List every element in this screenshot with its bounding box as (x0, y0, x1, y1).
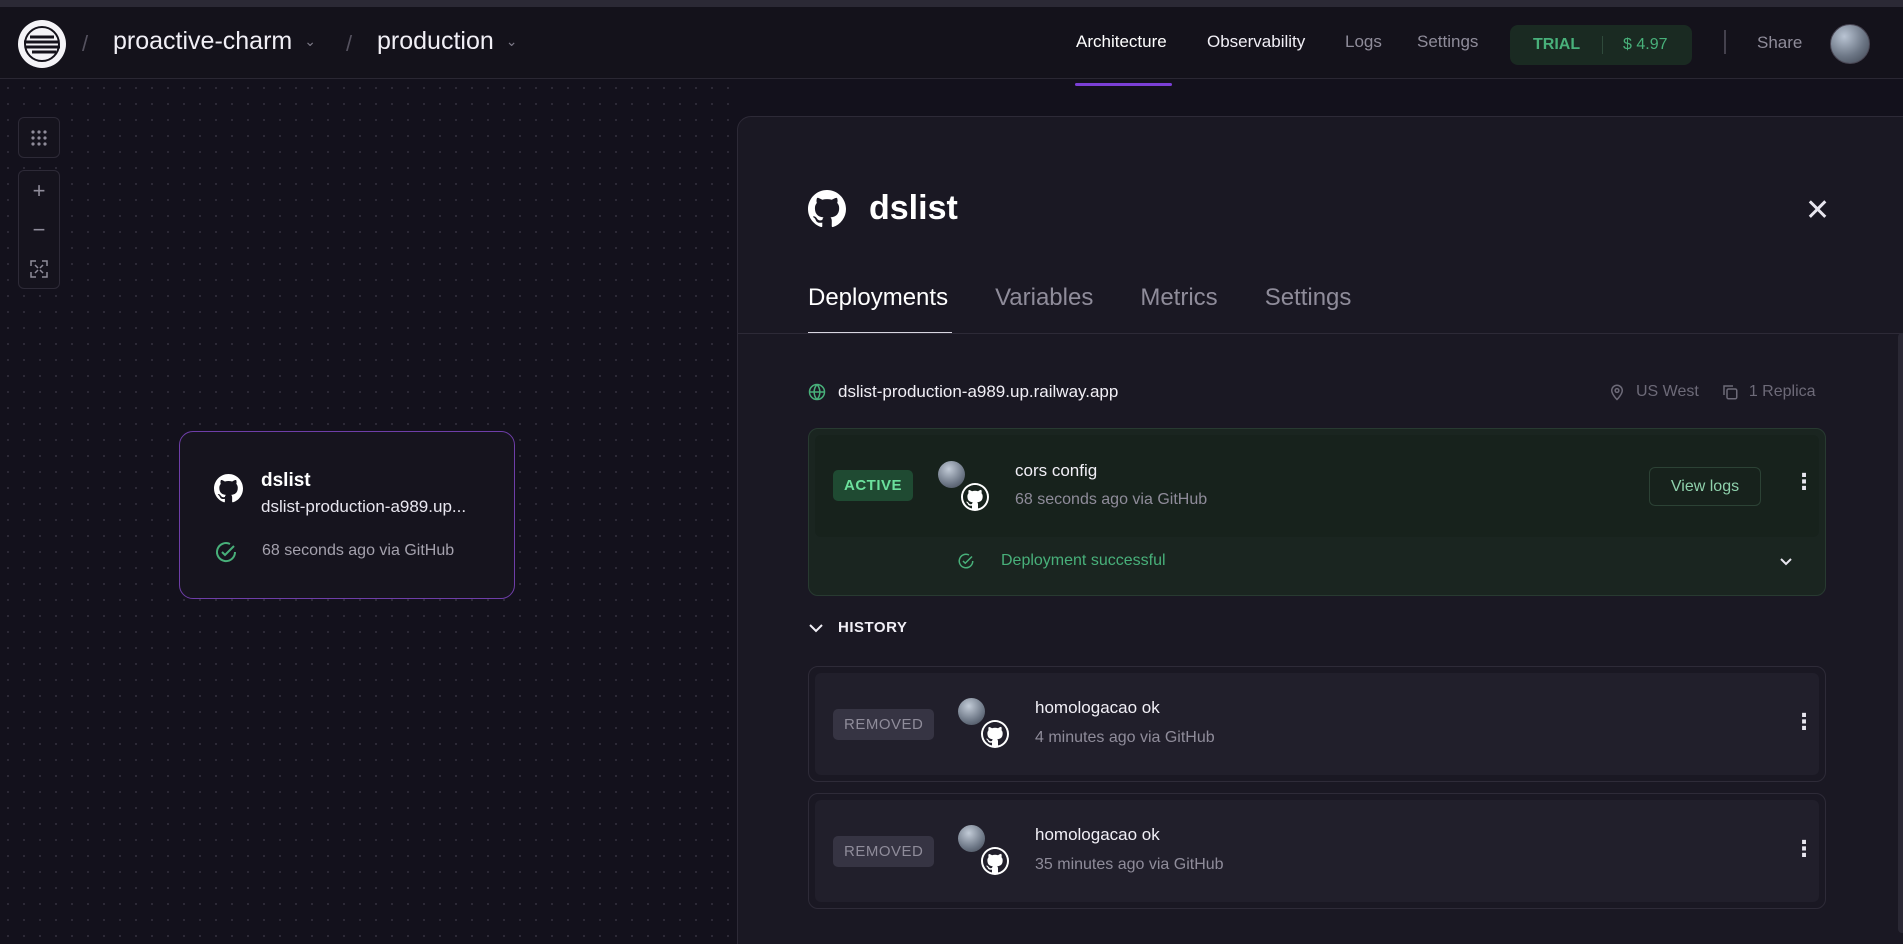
github-icon (981, 847, 1009, 875)
nav-settings[interactable]: Settings (1417, 32, 1478, 52)
deploy-meta: 68 seconds ago via GitHub (1015, 491, 1208, 508)
nav-active-indicator (1075, 83, 1172, 86)
environment-selector[interactable]: production ⌄ (377, 27, 517, 56)
tab-variables[interactable]: Variables (995, 284, 1093, 312)
github-icon (808, 190, 846, 228)
top-header: / proactive-charm ⌄ / production ⌄ Archi… (0, 7, 1903, 86)
header-divider (1724, 30, 1726, 54)
history-label: HISTORY (838, 619, 908, 636)
panel-tabs: Deployments Variables Metrics Settings (808, 284, 1351, 312)
panel-title: dslist (869, 189, 958, 227)
github-icon (214, 474, 243, 503)
tab-deployments[interactable]: Deployments (808, 284, 948, 312)
tab-divider (738, 333, 1903, 334)
region-label: US West (1636, 383, 1699, 400)
user-avatar[interactable] (1830, 24, 1870, 64)
github-icon (981, 720, 1009, 748)
location-pin-icon (1610, 384, 1624, 401)
domain-url: dslist-production-a989.up.railway.app (838, 382, 1119, 401)
trial-amount: $ 4.97 (1623, 36, 1668, 53)
chevron-down-icon (809, 623, 823, 632)
author-avatar (958, 825, 985, 852)
railway-logo-icon[interactable] (18, 20, 66, 68)
deploy-meta: 4 minutes ago via GitHub (1035, 729, 1215, 746)
nav-architecture[interactable]: Architecture (1076, 32, 1167, 52)
share-button[interactable]: Share (1757, 33, 1802, 53)
nav-observability[interactable]: Observability (1207, 32, 1305, 52)
commit-message: homologacao ok (1035, 825, 1160, 844)
grid-icon[interactable] (19, 118, 59, 157)
architecture-canvas[interactable]: + − dslist dslist-production-a989.up... … (0, 80, 738, 944)
deployment-region-info: US West 1 Replica (1608, 383, 1816, 401)
author-avatar (958, 698, 985, 725)
close-icon[interactable]: ✕ (1805, 196, 1830, 226)
deployment-status-text: Deployment successful (1001, 552, 1166, 569)
browser-top-strip (0, 0, 1903, 7)
deployment-status-row[interactable]: Deployment successful (957, 552, 1166, 570)
status-badge: REMOVED (833, 836, 935, 867)
chevron-down-icon: ⌄ (505, 33, 518, 49)
service-detail-panel: dslist ✕ Deployments Variables Metrics S… (737, 116, 1903, 944)
trial-label: TRIAL (1533, 36, 1581, 53)
commit-message: homologacao ok (1035, 698, 1160, 717)
chevron-down-icon[interactable] (1779, 554, 1793, 570)
check-circle-icon (958, 553, 974, 569)
active-deployment-card[interactable]: ACTIVE cors config 68 seconds ago via Gi… (808, 428, 1826, 596)
tab-settings[interactable]: Settings (1265, 284, 1352, 312)
chevron-down-icon: ⌄ (304, 33, 316, 49)
commit-message: cors config (1015, 461, 1098, 480)
project-selector[interactable]: proactive-charm ⌄ (113, 27, 316, 56)
kebab-menu-icon[interactable]: ⋮ (1793, 471, 1815, 493)
zoom-toolbar: + − (18, 170, 60, 289)
history-deployment-card[interactable]: REMOVED homologacao ok 4 minutes ago via… (808, 666, 1826, 782)
github-icon (961, 483, 989, 511)
globe-icon (808, 383, 826, 401)
view-logs-button[interactable]: View logs (1649, 467, 1761, 506)
deploy-meta: 35 minutes ago via GitHub (1035, 856, 1224, 873)
status-badge: REMOVED (833, 709, 935, 740)
breadcrumb-separator: / (346, 31, 353, 56)
status-badge: ACTIVE (833, 470, 914, 501)
breadcrumb-separator: / (82, 31, 89, 56)
check-circle-icon (216, 542, 237, 563)
replica-count: 1 Replica (1748, 383, 1816, 400)
history-toggle[interactable]: HISTORY (808, 619, 907, 636)
author-avatar (938, 461, 965, 488)
service-domain[interactable]: dslist-production-a989.up.railway.app (808, 382, 1118, 402)
panel-scrollbar[interactable] (1898, 333, 1903, 933)
nav-logs[interactable]: Logs (1345, 32, 1382, 52)
node-service-url: dslist-production-a989.up... (261, 497, 467, 516)
copy-icon (1723, 385, 1738, 400)
minus-icon[interactable]: − (19, 210, 59, 249)
kebab-menu-icon[interactable]: ⋮ (1793, 838, 1815, 860)
environment-name: production (377, 27, 494, 55)
node-service-name: dslist (261, 470, 311, 491)
project-name: proactive-charm (113, 27, 293, 55)
fit-view-icon[interactable] (19, 249, 59, 288)
kebab-menu-icon[interactable]: ⋮ (1793, 711, 1815, 733)
history-deployment-card[interactable]: REMOVED homologacao ok 35 minutes ago vi… (808, 793, 1826, 909)
canvas-menu-toolbar (18, 117, 60, 158)
service-node-dslist[interactable]: dslist dslist-production-a989.up... 68 s… (179, 431, 515, 599)
plus-icon[interactable]: + (19, 171, 59, 210)
node-deploy-status: 68 seconds ago via GitHub (262, 542, 455, 559)
trial-badge[interactable]: TRIAL $ 4.97 (1510, 25, 1692, 65)
tab-metrics[interactable]: Metrics (1140, 284, 1217, 312)
